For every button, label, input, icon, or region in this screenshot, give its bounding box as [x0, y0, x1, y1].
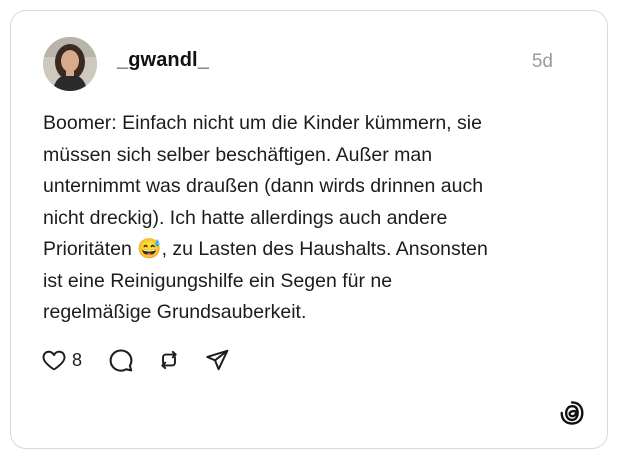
emoji: 😅 — [137, 238, 162, 260]
post-timestamp: 5d — [531, 51, 553, 72]
share-icon — [206, 349, 229, 371]
like-count: 8 — [72, 349, 83, 370]
comment-button[interactable] — [108, 347, 134, 373]
like-button[interactable]: 8 — [41, 347, 82, 373]
repost-button[interactable] — [156, 347, 182, 373]
repost-icon — [161, 350, 177, 370]
avatar-image — [43, 37, 97, 91]
share-button[interactable] — [204, 347, 230, 373]
heart-icon — [42, 350, 66, 371]
comment-icon — [109, 349, 133, 372]
post-body: Boomer: Einfach nicht um die Kinder kümm… — [43, 108, 583, 329]
avatar[interactable] — [43, 37, 97, 91]
post-card: _gwandl_ 5d Boomer: Einfach nicht um die… — [10, 10, 608, 449]
username[interactable]: _gwandl_ — [117, 49, 209, 72]
threads-logo-icon — [559, 400, 585, 426]
action-bar: 8 — [41, 346, 230, 374]
